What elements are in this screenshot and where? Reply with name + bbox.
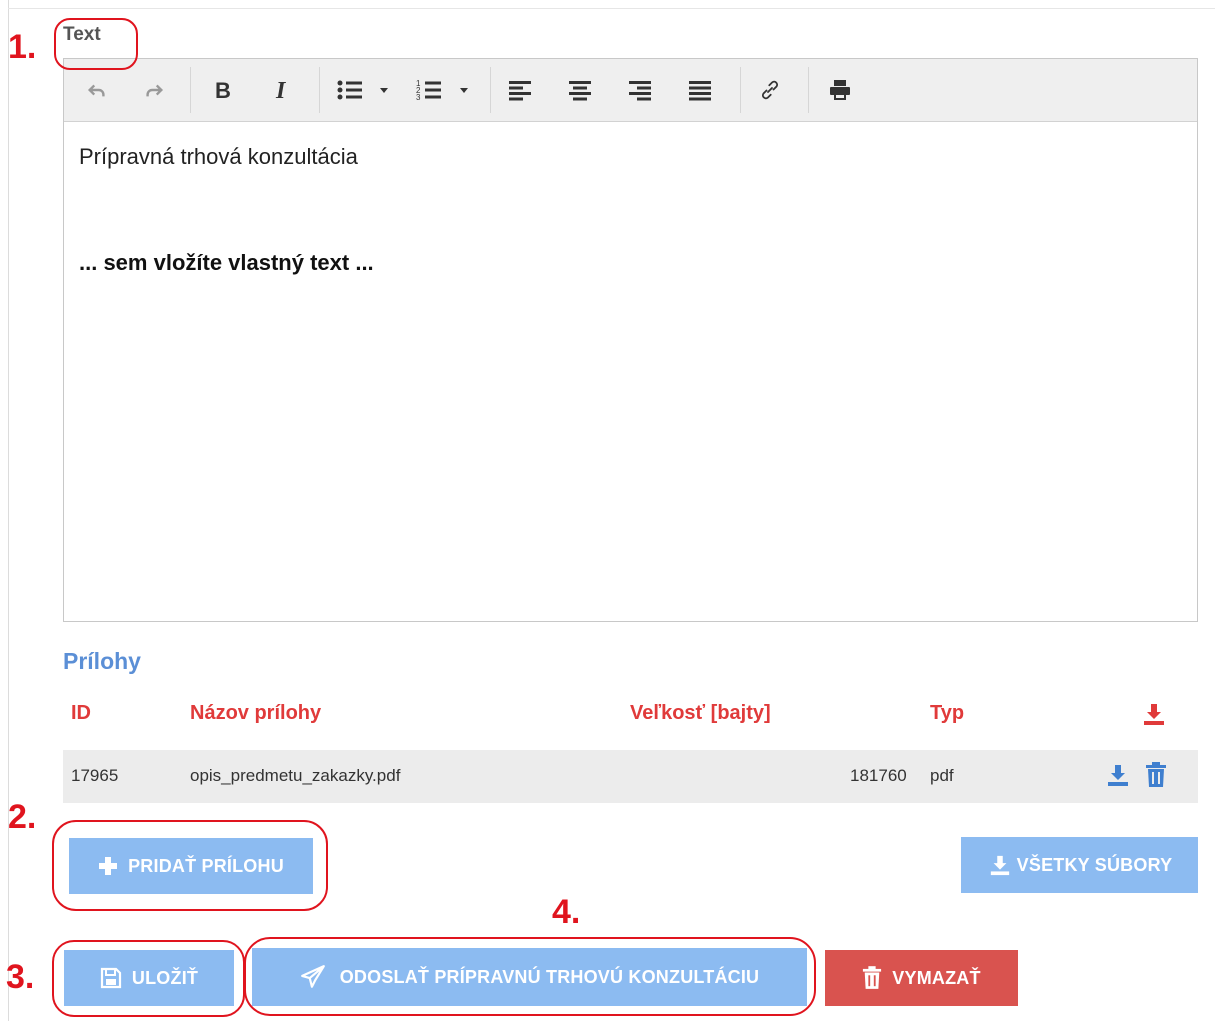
- svg-text:I: I: [275, 78, 287, 102]
- column-header-size: Veľkosť [bajty]: [630, 702, 771, 724]
- bold-icon[interactable]: B: [208, 73, 238, 107]
- column-header-type: Typ: [930, 702, 965, 724]
- editor-toolbar: B I 1 2 3: [64, 59, 1197, 122]
- column-header-id: ID: [71, 702, 91, 724]
- delete-button[interactable]: VYMAZAŤ: [825, 950, 1018, 1006]
- attachment-size: 181760: [850, 766, 907, 785]
- annotation-ring-4: [244, 937, 816, 1016]
- annotation-ring-1: [54, 18, 138, 70]
- editor-line-title: Prípravná trhová konzultácia: [79, 144, 358, 169]
- table-row: 17965 opis_predmetu_zakazky.pdf 181760 p…: [63, 750, 1198, 803]
- annotation-marker-1: 1.: [8, 28, 37, 66]
- italic-icon[interactable]: I: [268, 73, 298, 107]
- editor-content[interactable]: Prípravná trhová konzultácia ... sem vlo…: [64, 122, 1197, 298]
- column-header-name: Názov prílohy: [190, 702, 322, 724]
- frame-border-top: [8, 8, 1215, 9]
- redo-icon[interactable]: [139, 73, 169, 107]
- editor-line-placeholder: ... sem vložíte vlastný text ...: [79, 250, 374, 275]
- toolbar-separator: [319, 67, 320, 113]
- trash-icon: [863, 966, 882, 989]
- trash-icon[interactable]: [1145, 762, 1167, 793]
- attachments-title: Prílohy: [63, 648, 141, 674]
- rich-text-editor[interactable]: B I 1 2 3 Prípravná trhová konzultácia .…: [63, 58, 1198, 622]
- align-center-icon[interactable]: [564, 73, 596, 107]
- svg-text:B: B: [215, 78, 231, 102]
- print-icon[interactable]: [824, 73, 856, 107]
- bullet-list-icon[interactable]: [334, 73, 394, 107]
- frame-border-left: [8, 0, 9, 1021]
- link-icon[interactable]: [754, 73, 786, 107]
- annotation-marker-2: 2.: [8, 798, 37, 836]
- annotation-ring-2: [52, 820, 328, 911]
- toolbar-separator: [190, 67, 191, 113]
- align-justify-icon[interactable]: [684, 73, 716, 107]
- download-all-files-label: VŠETKY SÚBORY: [1016, 854, 1173, 875]
- numbered-list-icon[interactable]: 1 2 3: [414, 73, 474, 107]
- toolbar-separator: [808, 67, 809, 113]
- download-all-files-button[interactable]: VŠETKY SÚBORY: [961, 837, 1198, 893]
- annotation-ring-3: [52, 940, 245, 1017]
- attachment-id: 17965: [71, 766, 119, 785]
- attachment-name: opis_predmetu_zakazky.pdf: [190, 766, 401, 785]
- annotation-marker-3: 3.: [6, 958, 35, 996]
- download-all-header-icon[interactable]: [1142, 702, 1166, 731]
- download-icon: [990, 855, 1009, 876]
- delete-label: VYMAZAŤ: [892, 967, 981, 988]
- align-left-icon[interactable]: [504, 73, 536, 107]
- align-right-icon[interactable]: [624, 73, 656, 107]
- toolbar-separator: [740, 67, 741, 113]
- annotation-marker-4: 4.: [552, 893, 581, 931]
- attachment-type: pdf: [930, 766, 954, 785]
- toolbar-separator: [490, 67, 491, 113]
- download-icon[interactable]: [1106, 763, 1130, 792]
- svg-text:3: 3: [416, 93, 421, 102]
- undo-icon[interactable]: [82, 73, 112, 107]
